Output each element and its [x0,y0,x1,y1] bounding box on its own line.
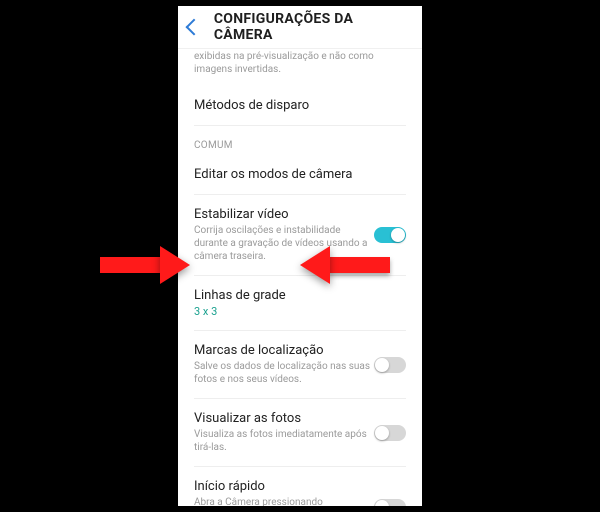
item-subtext: Corrija oscilações e instabilidade duran… [194,224,374,263]
item-edit-camera-modes[interactable]: Editar os modos de câmera [194,155,406,195]
item-label: Marcas de localização [194,343,406,358]
toggle-location-tags[interactable] [374,357,406,373]
settings-list: exibidas na pré-visualização e não como … [178,49,422,506]
section-header-common: COMUM [194,126,406,155]
item-grid-lines[interactable]: Linhas de grade 3 x 3 [194,276,406,331]
item-location-tags[interactable]: Marcas de localização Salve os dados de … [194,331,406,399]
app-header: CONFIGURAÇÕES DA CÂMERA [178,6,422,49]
stage: CONFIGURAÇÕES DA CÂMERA exibidas na pré-… [0,0,600,512]
item-label: Visualizar as fotos [194,411,406,426]
item-subtext: Visualiza as fotos imediatamente após ti… [194,428,374,454]
item-label: Métodos de disparo [194,98,406,113]
toggle-review-photos[interactable] [374,425,406,441]
item-subtext: Salve os dados de localização nas suas f… [194,360,374,386]
item-review-photos[interactable]: Visualizar as fotos Visualiza as fotos i… [194,399,406,467]
back-icon[interactable] [185,19,202,36]
item-stabilize-video[interactable]: Estabilizar vídeo Corrija oscilações e i… [194,195,406,276]
toggle-stabilize-video[interactable] [374,227,406,243]
phone-screen: CONFIGURAÇÕES DA CÂMERA exibidas na pré-… [178,6,422,506]
toggle-quick-launch[interactable] [374,499,406,506]
item-label: Editar os modos de câmera [194,167,406,182]
page-title: CONFIGURAÇÕES DA CÂMERA [214,11,412,43]
item-label: Linhas de grade [194,288,406,303]
item-quick-launch[interactable]: Início rápido Abra a Câmera pressionando… [194,467,406,506]
item-subtext: Abra a Câmera pressionando rapidamente a… [194,496,374,506]
item-value: 3 x 3 [194,305,406,318]
item-label: Estabilizar vídeo [194,207,406,222]
truncated-description: exibidas na pré-visualização e não como … [194,49,406,86]
item-label: Início rápido [194,479,406,494]
item-shooting-methods[interactable]: Métodos de disparo [194,86,406,126]
